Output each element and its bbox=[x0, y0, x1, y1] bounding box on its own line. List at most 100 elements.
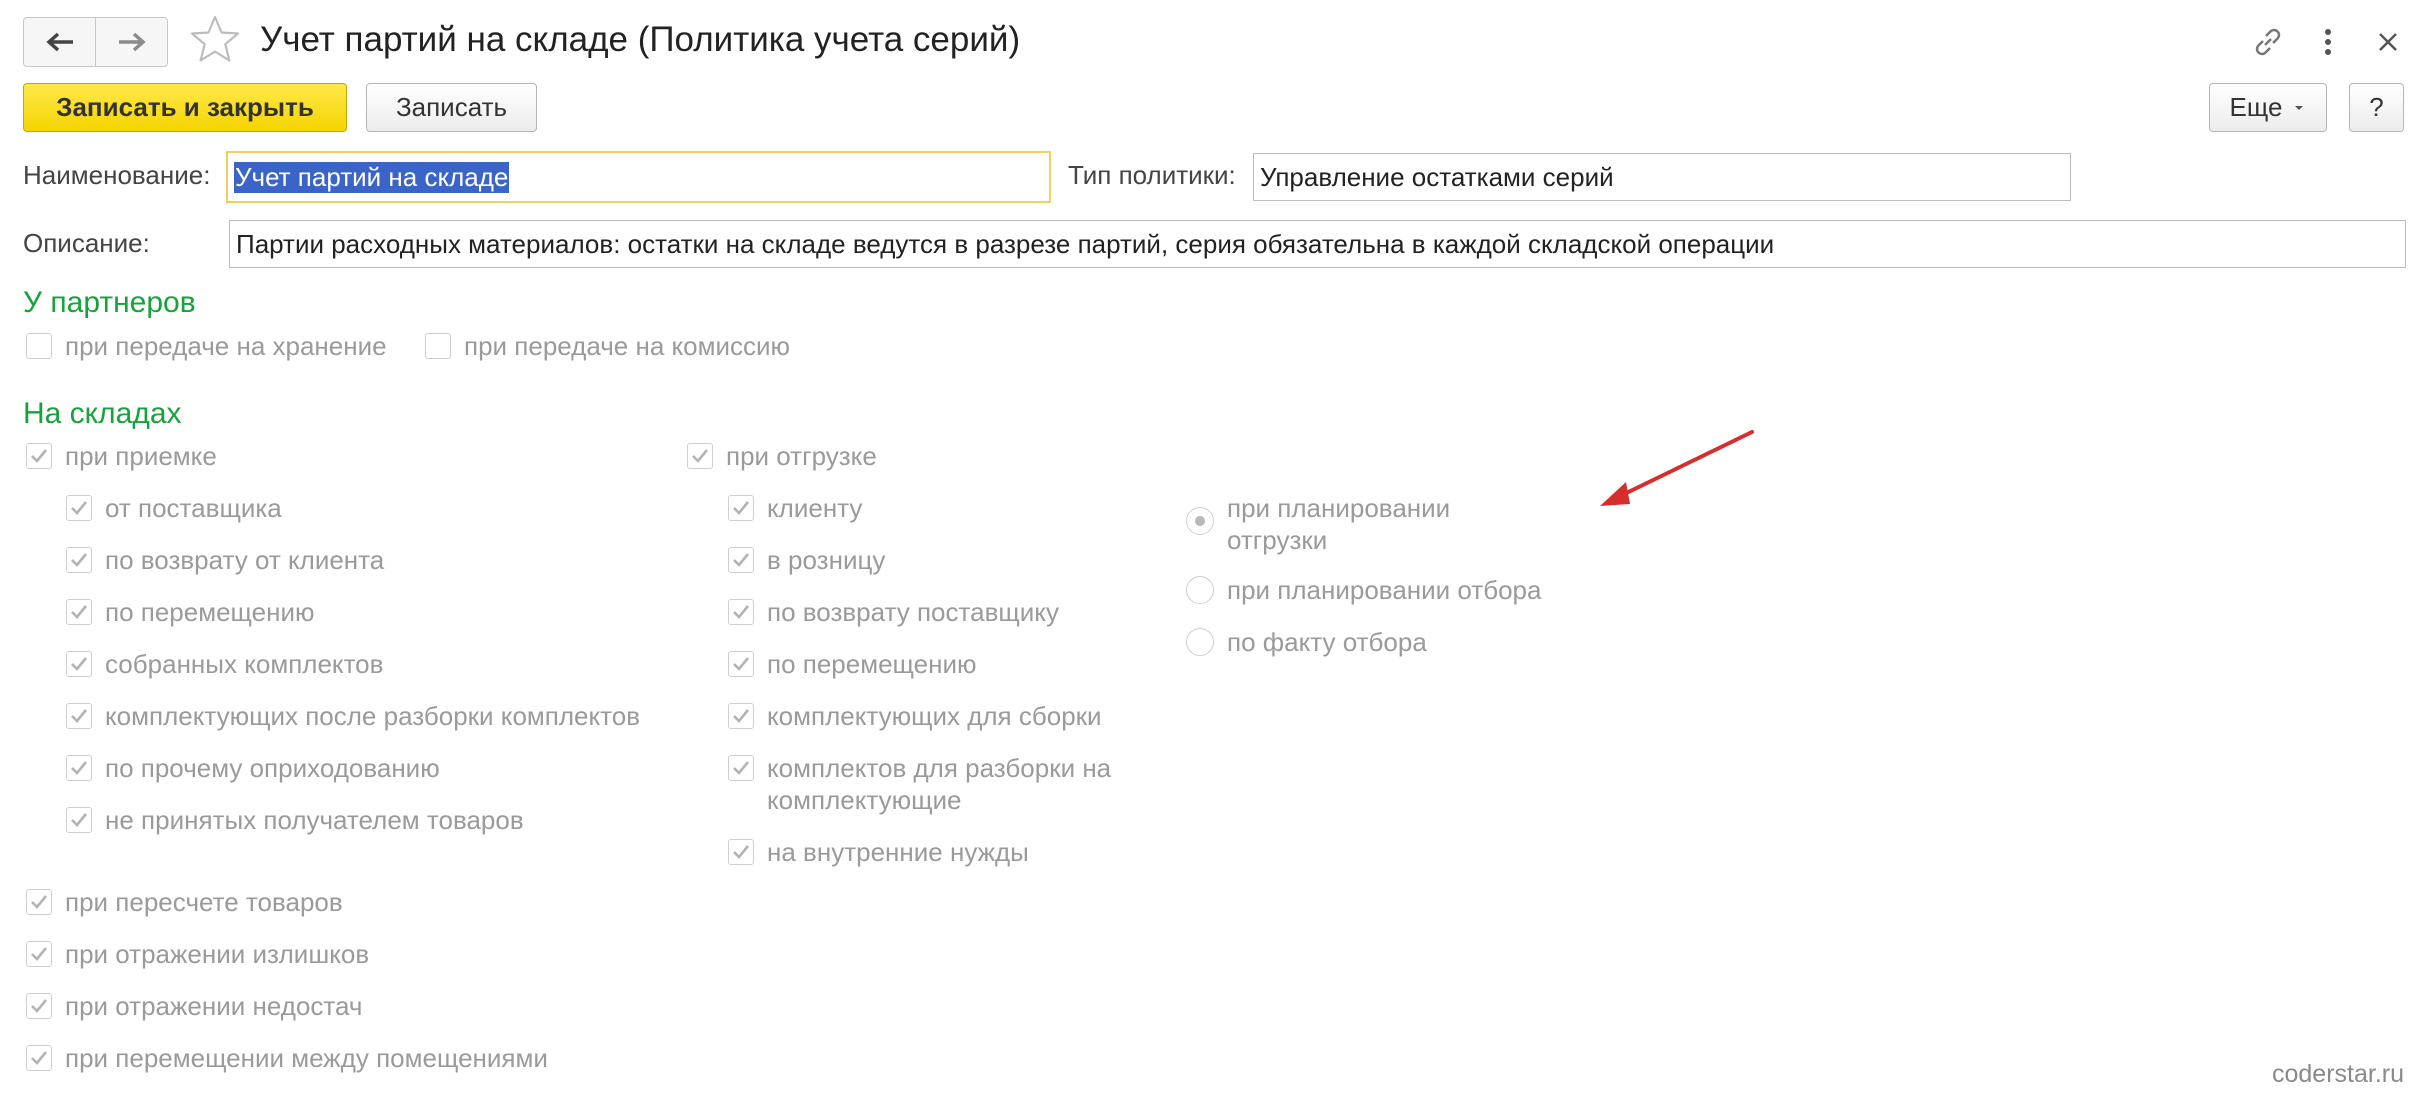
other-option[interactable]: при пересчете товаров bbox=[26, 886, 343, 918]
more-actions-button[interactable]: Еще bbox=[2209, 83, 2327, 132]
checkbox[interactable] bbox=[687, 443, 713, 469]
checkbox[interactable] bbox=[66, 807, 92, 833]
close-icon[interactable] bbox=[2366, 20, 2410, 64]
save-button[interactable]: Записать bbox=[366, 83, 537, 132]
option-label: по возврату поставщику bbox=[767, 597, 1059, 627]
link-icon[interactable] bbox=[2246, 20, 2290, 64]
name-input[interactable]: Учет партий на складе bbox=[226, 151, 1051, 203]
other-option[interactable]: при перемещении между помещениями bbox=[26, 1042, 548, 1074]
other-option[interactable]: при отражении недостач bbox=[26, 990, 362, 1022]
shipment-option[interactable]: при отгрузке bbox=[687, 440, 877, 472]
checkbox[interactable] bbox=[66, 547, 92, 573]
partners-heading: У партнеров bbox=[23, 286, 196, 319]
more-vertical-icon[interactable] bbox=[2306, 20, 2350, 64]
checkmark-icon bbox=[71, 501, 88, 515]
warehouses-heading: На складах bbox=[23, 397, 182, 430]
shipment-item-option[interactable]: по перемещению bbox=[728, 648, 977, 680]
timing-radio-option[interactable]: при планировании отбора bbox=[1186, 574, 1541, 606]
name-value: Учет партий на складе bbox=[234, 161, 510, 193]
favorite-star-icon[interactable] bbox=[188, 13, 242, 72]
option-label: по прочему оприходованию bbox=[105, 753, 440, 783]
back-button[interactable] bbox=[24, 18, 95, 66]
description-input[interactable]: Партии расходных материалов: остатки на … bbox=[229, 220, 2406, 268]
description-value: Партии расходных материалов: остатки на … bbox=[236, 228, 1775, 259]
chevron-down-icon bbox=[2295, 105, 2304, 110]
checkbox[interactable] bbox=[26, 941, 52, 967]
option-label: по перемещению bbox=[105, 597, 315, 627]
policy-type-field[interactable]: Управление остатками серий bbox=[1253, 153, 2071, 201]
other-option[interactable]: при отражении излишков bbox=[26, 938, 369, 970]
option-label: при отражении недостач bbox=[65, 991, 363, 1021]
option-label: в розницу bbox=[767, 545, 886, 575]
checkmark-icon bbox=[71, 761, 88, 775]
option-label: комплектующих после разборки комплектов bbox=[105, 701, 641, 731]
receipt-item-option[interactable]: по возврату от клиента bbox=[66, 544, 384, 576]
option-label: комплектующих для сборки bbox=[767, 701, 1102, 731]
checkbox[interactable] bbox=[728, 495, 754, 521]
shipment-item-option[interactable]: комплектующих для сборки bbox=[728, 700, 1102, 732]
checkmark-icon bbox=[733, 605, 750, 619]
option-label: при перемещении между помещениями bbox=[65, 1043, 548, 1073]
policy-type-label: Тип политики: bbox=[1068, 160, 1236, 190]
checkbox[interactable] bbox=[728, 839, 754, 865]
watermark: coderstar.ru bbox=[2271, 1060, 2404, 1088]
checkbox[interactable] bbox=[26, 443, 52, 469]
partners-commission-option[interactable]: при передаче на комиссию bbox=[425, 330, 790, 362]
checkbox[interactable] bbox=[26, 993, 52, 1019]
name-label: Наименование: bbox=[23, 160, 211, 190]
shipment-item-option[interactable]: в розницу bbox=[728, 544, 885, 576]
radio-button[interactable] bbox=[1186, 576, 1214, 604]
checkmark-icon bbox=[31, 1051, 48, 1065]
checkbox[interactable] bbox=[66, 703, 92, 729]
receipt-item-option[interactable]: комплектующих после разборки комплектов bbox=[66, 700, 640, 732]
checkmark-icon bbox=[733, 709, 750, 723]
timing-radio-option[interactable]: по факту отбора bbox=[1186, 626, 1427, 658]
shipment-item-option[interactable]: на внутренние нужды bbox=[728, 836, 1029, 868]
option-label: по возврату от клиента bbox=[105, 545, 385, 575]
checkbox[interactable] bbox=[66, 599, 92, 625]
checkbox[interactable] bbox=[425, 333, 451, 359]
checkmark-icon bbox=[733, 657, 750, 671]
checkbox[interactable] bbox=[728, 755, 754, 781]
option-label: при пересчете товаров bbox=[65, 887, 343, 917]
option-label: при передаче на комиссию bbox=[464, 331, 791, 361]
save-and-close-button[interactable]: Записать и закрыть bbox=[23, 83, 347, 132]
checkmark-icon bbox=[71, 605, 88, 619]
checkbox[interactable] bbox=[66, 495, 92, 521]
checkmark-icon bbox=[733, 761, 750, 775]
timing-radio-option[interactable]: при планировании отгрузки bbox=[1186, 492, 1487, 556]
checkbox[interactable] bbox=[26, 889, 52, 915]
checkbox[interactable] bbox=[728, 703, 754, 729]
description-label: Описание: bbox=[23, 228, 150, 258]
option-label: при планировании отгрузки bbox=[1227, 493, 1451, 555]
receipt-item-option[interactable]: от поставщика bbox=[66, 492, 282, 524]
receipt-item-option[interactable]: по перемещению bbox=[66, 596, 315, 628]
checkmark-icon bbox=[31, 895, 48, 909]
receipt-item-option[interactable]: по прочему оприходованию bbox=[66, 752, 440, 784]
receipt-item-option[interactable]: собранных комплектов bbox=[66, 648, 383, 680]
receipt-item-option[interactable]: не принятых получателем товаров bbox=[66, 804, 524, 836]
checkmark-icon bbox=[71, 657, 88, 671]
radio-button[interactable] bbox=[1186, 628, 1214, 656]
forward-button[interactable] bbox=[95, 18, 167, 66]
checkbox[interactable] bbox=[728, 547, 754, 573]
checkmark-icon bbox=[733, 553, 750, 567]
checkbox[interactable] bbox=[26, 1045, 52, 1071]
checkbox[interactable] bbox=[66, 755, 92, 781]
option-label: при отгрузке bbox=[726, 441, 877, 471]
checkbox[interactable] bbox=[26, 333, 52, 359]
checkbox[interactable] bbox=[66, 651, 92, 677]
option-label: при отражении излишков bbox=[65, 939, 370, 969]
option-label: комплектов для разборки на комплектующие bbox=[767, 753, 1112, 815]
help-button[interactable]: ? bbox=[2349, 83, 2404, 132]
policy-type-value: Управление остатками серий bbox=[1260, 161, 1614, 192]
radio-button[interactable] bbox=[1186, 507, 1214, 535]
partners-storage-option[interactable]: при передаче на хранение bbox=[26, 330, 387, 362]
checkbox[interactable] bbox=[728, 599, 754, 625]
receipt-option[interactable]: при приемке bbox=[26, 440, 217, 472]
checkbox[interactable] bbox=[728, 651, 754, 677]
option-label: собранных комплектов bbox=[105, 649, 384, 679]
shipment-item-option[interactable]: комплектов для разборки на комплектующие bbox=[728, 752, 1127, 816]
shipment-item-option[interactable]: по возврату поставщику bbox=[728, 596, 1059, 628]
shipment-item-option[interactable]: клиенту bbox=[728, 492, 862, 524]
